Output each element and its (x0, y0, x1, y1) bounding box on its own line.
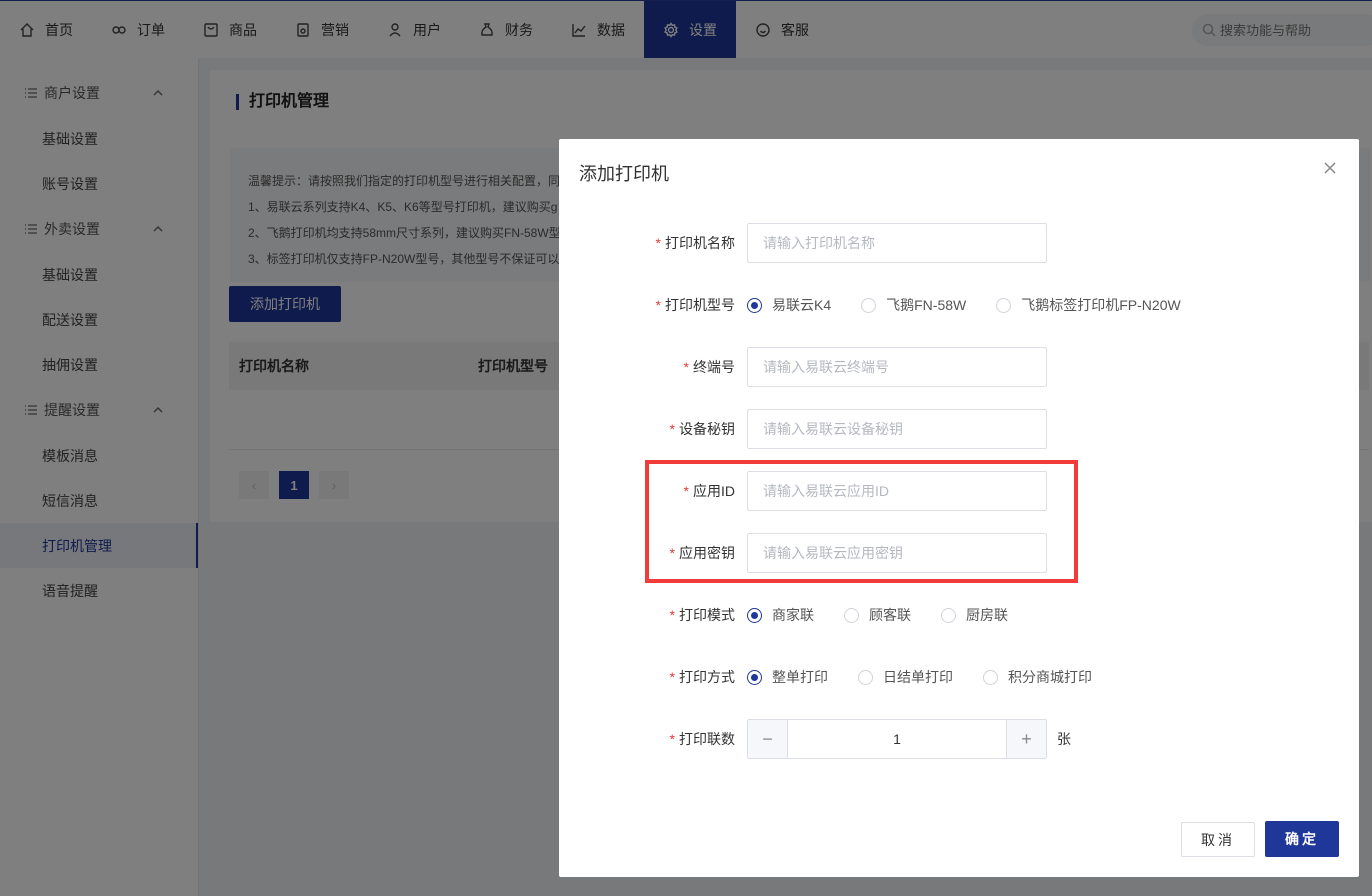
required-mark: * (669, 607, 675, 623)
field-copies: * 打印联数 − 1 + 张 (559, 719, 1359, 759)
field-print-mode: * 打印模式 商家联 顾客联 厨房联 (559, 595, 1359, 635)
label-text: 打印模式 (679, 607, 735, 623)
radio-option[interactable]: 顾客联 (844, 605, 911, 625)
radio-label: 厨房联 (966, 607, 1008, 623)
radio-option[interactable]: 积分商城打印 (983, 667, 1092, 687)
field-label: * 终端号 (559, 357, 747, 377)
field-label: * 打印模式 (559, 605, 747, 625)
add-printer-dialog: 添加打印机 *打印机名称 *打印机型号 易联云K4 飞鹅FN-58W 飞鹅标签打… (559, 139, 1359, 877)
required-mark: * (655, 235, 661, 251)
dialog-title: 添加打印机 (579, 164, 669, 184)
decrement-button[interactable]: − (748, 720, 788, 758)
radio-label: 整单打印 (772, 669, 828, 685)
radio-dot (844, 607, 859, 623)
required-mark: * (669, 731, 675, 747)
radio-option[interactable]: 飞鹅FN-58W (861, 295, 966, 315)
label-text: 打印机名称 (665, 235, 735, 251)
unit-label: 张 (1057, 731, 1071, 747)
method-radio-group: 整单打印 日结单打印 积分商城打印 (747, 667, 1122, 687)
radio-option[interactable]: 日结单打印 (858, 667, 953, 687)
label-text: 打印联数 (679, 731, 735, 747)
radio-option[interactable]: 整单打印 (747, 667, 828, 687)
required-mark: * (655, 297, 661, 313)
label-text: 打印方式 (679, 669, 735, 685)
close-icon[interactable] (1323, 161, 1337, 175)
required-mark: * (669, 669, 675, 685)
radio-dot (747, 669, 762, 685)
radio-dot (941, 607, 956, 623)
field-label: * 设备秘钥 (559, 419, 747, 439)
device-secret-input[interactable] (747, 409, 1047, 449)
radio-option[interactable]: 飞鹅标签打印机FP-N20W (996, 295, 1181, 315)
printer-name-input[interactable] (747, 223, 1047, 263)
radio-option[interactable]: 厨房联 (941, 605, 1008, 625)
radio-label: 积分商城打印 (1008, 669, 1092, 685)
radio-label: 飞鹅标签打印机FP-N20W (1021, 297, 1181, 313)
field-label: * 打印机名称 (559, 233, 747, 253)
label-text: 设备秘钥 (679, 421, 735, 437)
field-print-method: * 打印方式 整单打印 日结单打印 积分商城打印 (559, 657, 1359, 697)
radio-option[interactable]: 易联云K4 (747, 295, 831, 315)
radio-dot (861, 297, 877, 313)
field-label: * 打印方式 (559, 667, 747, 687)
required-mark: * (683, 359, 689, 375)
label-text: 打印机型号 (665, 297, 735, 313)
cancel-button[interactable]: 取消 (1181, 822, 1255, 857)
radio-label: 飞鹅FN-58W (886, 297, 967, 313)
mode-radio-group: 商家联 顾客联 厨房联 (747, 605, 1038, 625)
terminal-input[interactable] (747, 347, 1047, 387)
radio-dot (747, 607, 762, 623)
field-printer-model: * 打印机型号 易联云K4 飞鹅FN-58W 飞鹅标签打印机FP-N20W (559, 285, 1359, 325)
label-text: 终端号 (693, 359, 735, 375)
radio-label: 日结单打印 (883, 669, 953, 685)
increment-button[interactable]: + (1006, 720, 1046, 758)
required-mark: * (669, 421, 675, 437)
highlight-box (645, 460, 1078, 583)
field-device-secret: * 设备秘钥 (559, 409, 1359, 449)
field-printer-name: * 打印机名称 (559, 223, 1359, 263)
field-label: * 打印联数 (559, 729, 747, 749)
radio-dot (858, 669, 873, 685)
radio-dot (747, 297, 762, 313)
radio-label: 顾客联 (869, 607, 911, 623)
copies-stepper: − 1 + (747, 719, 1047, 759)
radio-label: 易联云K4 (772, 297, 832, 313)
field-terminal: * 终端号 (559, 347, 1359, 387)
radio-dot (996, 297, 1012, 313)
confirm-button[interactable]: 确定 (1265, 821, 1339, 857)
copies-value[interactable]: 1 (788, 720, 1006, 758)
radio-option[interactable]: 商家联 (747, 605, 814, 625)
radio-dot (983, 669, 998, 685)
model-radio-group: 易联云K4 飞鹅FN-58W 飞鹅标签打印机FP-N20W (747, 295, 1211, 315)
field-label: * 打印机型号 (559, 295, 747, 315)
radio-label: 商家联 (772, 607, 814, 623)
